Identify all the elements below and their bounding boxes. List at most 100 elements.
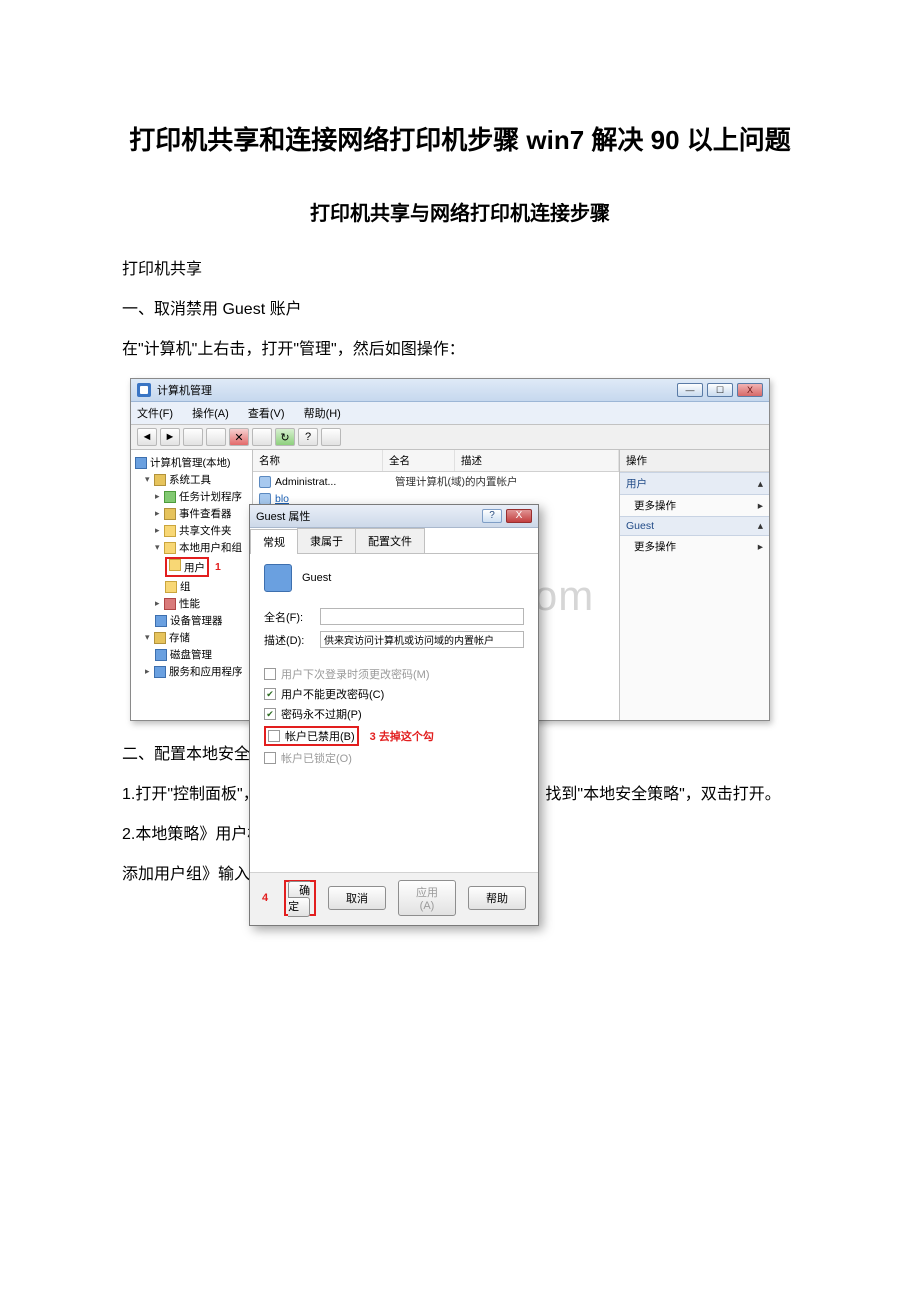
- menu-bar: 文件(F) 操作(A) 查看(V) 帮助(H): [131, 402, 769, 425]
- annotation-3: 3 去掉这个勾: [370, 728, 434, 744]
- col-desc[interactable]: 描述: [455, 450, 619, 471]
- tree-eventvwr[interactable]: ▸事件查看器: [135, 505, 250, 522]
- dialog-tabs: 常规 隶属于 配置文件: [250, 528, 538, 554]
- user-large-icon: [264, 564, 292, 592]
- help-button[interactable]: 帮助: [468, 886, 526, 910]
- para-section: 打印机共享: [90, 254, 830, 286]
- minimize-button[interactable]: —: [677, 383, 703, 397]
- tree-diskmgmt[interactable]: 磁盘管理: [135, 646, 250, 663]
- checkbox-icon: ✔: [264, 688, 276, 700]
- tree-groups[interactable]: 组: [135, 578, 250, 595]
- actions-pane: 操作 用户▴ 更多操作▸ Guest▴ 更多操作▸: [619, 450, 769, 720]
- checkbox-icon: ✔: [264, 708, 276, 720]
- check-disabled[interactable]: 帐户已禁用(B) 3 去掉这个勾: [264, 726, 524, 746]
- log-icon: [164, 508, 176, 520]
- maximize-button[interactable]: ☐: [707, 383, 733, 397]
- tool-btn-help[interactable]: ?: [298, 428, 318, 446]
- desc-label: 描述(D):: [264, 632, 320, 648]
- annotation-1: 1: [215, 561, 221, 573]
- tree-devmgr[interactable]: 设备管理器: [135, 612, 250, 629]
- close-button[interactable]: X: [737, 383, 763, 397]
- checkbox-icon: [268, 730, 280, 742]
- actions-section-users[interactable]: 用户▴: [620, 472, 769, 495]
- folder-icon: [164, 525, 176, 537]
- toolbar: ◄ ► ✕ ↻ ?: [131, 425, 769, 450]
- check-change-password: 用户下次登录时须更改密码(M): [264, 666, 524, 682]
- actions-more-1[interactable]: 更多操作▸: [620, 495, 769, 516]
- device-icon: [155, 615, 167, 627]
- tree-users[interactable]: 用户 1: [135, 556, 250, 578]
- actions-header: 操作: [620, 450, 769, 472]
- tree-storage[interactable]: ▾存储: [135, 629, 250, 646]
- tab-general[interactable]: 常规: [250, 529, 298, 554]
- tool-btn-4[interactable]: [321, 428, 341, 446]
- storage-icon: [154, 632, 166, 644]
- services-icon: [154, 666, 166, 678]
- dialog-footer: 4 确定 取消 应用(A) 帮助: [250, 872, 538, 925]
- col-fullname[interactable]: 全名: [383, 450, 455, 471]
- tree-services[interactable]: ▸服务和应用程序: [135, 663, 250, 680]
- dialog-help-button[interactable]: ?: [482, 509, 502, 523]
- folder-icon: [164, 542, 176, 554]
- app-icon: [137, 383, 151, 397]
- apply-button[interactable]: 应用(A): [398, 880, 456, 916]
- tree-localusers[interactable]: ▾本地用户和组: [135, 539, 250, 556]
- screenshot-computer-management: 计算机管理 — ☐ X 文件(F) 操作(A) 查看(V) 帮助(H) ◄ ► …: [130, 378, 770, 721]
- dialog-titlebar: Guest 属性 ? X: [250, 505, 538, 528]
- clock-icon: [164, 491, 176, 503]
- folder-icon: [165, 581, 177, 593]
- fullname-input[interactable]: [320, 608, 524, 625]
- para-step1: 一、取消禁用 Guest 账户: [90, 294, 830, 326]
- nav-fwd-button[interactable]: ►: [160, 428, 180, 446]
- checkbox-icon: [264, 752, 276, 764]
- window-title: 计算机管理: [157, 382, 212, 398]
- tool-btn-refresh[interactable]: ↻: [275, 428, 295, 446]
- tool-btn-3[interactable]: [252, 428, 272, 446]
- list-header: 名称 全名 描述: [253, 450, 619, 472]
- sub-title: 打印机共享与网络打印机连接步骤: [90, 197, 830, 226]
- guest-properties-dialog: Guest 属性 ? X 常规 隶属于 配置文件 Guest: [249, 504, 539, 926]
- annotation-4: 4: [262, 892, 268, 904]
- dialog-username: Guest: [302, 572, 331, 584]
- dialog-close-button[interactable]: X: [506, 509, 532, 523]
- menu-file[interactable]: 文件(F): [137, 408, 173, 420]
- cancel-button[interactable]: 取消: [328, 886, 386, 910]
- check-never-expire[interactable]: ✔ 密码永不过期(P): [264, 706, 524, 722]
- user-row-admin[interactable]: Administrat... 管理计算机(域)的内置帐户: [253, 472, 619, 491]
- ok-button[interactable]: 确定: [288, 881, 310, 917]
- tab-profile[interactable]: 配置文件: [355, 528, 425, 553]
- desc-input[interactable]: [320, 631, 524, 648]
- tree-systools[interactable]: ▾系统工具: [135, 471, 250, 488]
- folder-icon: [154, 474, 166, 486]
- window-titlebar: 计算机管理 — ☐ X: [131, 379, 769, 402]
- perf-icon: [164, 598, 176, 610]
- tree-root[interactable]: 计算机管理(本地): [135, 454, 250, 471]
- computer-icon: [135, 457, 147, 469]
- checkbox-icon: [264, 668, 276, 680]
- para-step1-text: 在"计算机"上右击，打开"管理"，然后如图操作：: [90, 334, 830, 366]
- tool-btn-delete[interactable]: ✕: [229, 428, 249, 446]
- actions-section-guest[interactable]: Guest▴: [620, 516, 769, 536]
- menu-view[interactable]: 查看(V): [248, 408, 285, 420]
- disk-icon: [155, 649, 167, 661]
- tool-btn-1[interactable]: [183, 428, 203, 446]
- menu-help[interactable]: 帮助(H): [304, 408, 341, 420]
- tree-shares[interactable]: ▸共享文件夹: [135, 522, 250, 539]
- fullname-label: 全名(F):: [264, 609, 320, 625]
- user-icon: [259, 476, 271, 488]
- main-title: 打印机共享和连接网络打印机步骤 win7 解决 90 以上问题: [90, 120, 830, 157]
- tab-member[interactable]: 隶属于: [297, 528, 356, 553]
- col-name[interactable]: 名称: [253, 450, 383, 471]
- folder-icon: [169, 559, 181, 571]
- check-locked: 帐户已锁定(O): [264, 750, 524, 766]
- tree-tasksched[interactable]: ▸任务计划程序: [135, 488, 250, 505]
- dialog-title: Guest 属性: [256, 508, 310, 524]
- menu-action[interactable]: 操作(A): [192, 408, 229, 420]
- tool-btn-2[interactable]: [206, 428, 226, 446]
- list-pane: 名称 全名 描述 Administrat... 管理计算机(域)的内置帐户 bl…: [253, 450, 619, 720]
- actions-more-2[interactable]: 更多操作▸: [620, 536, 769, 557]
- tree-perf[interactable]: ▸性能: [135, 595, 250, 612]
- nav-tree: 计算机管理(本地) ▾系统工具 ▸任务计划程序 ▸事件查看器 ▸共享文件夹 ▾本…: [131, 450, 253, 720]
- nav-back-button[interactable]: ◄: [137, 428, 157, 446]
- check-cannot-change[interactable]: ✔ 用户不能更改密码(C): [264, 686, 524, 702]
